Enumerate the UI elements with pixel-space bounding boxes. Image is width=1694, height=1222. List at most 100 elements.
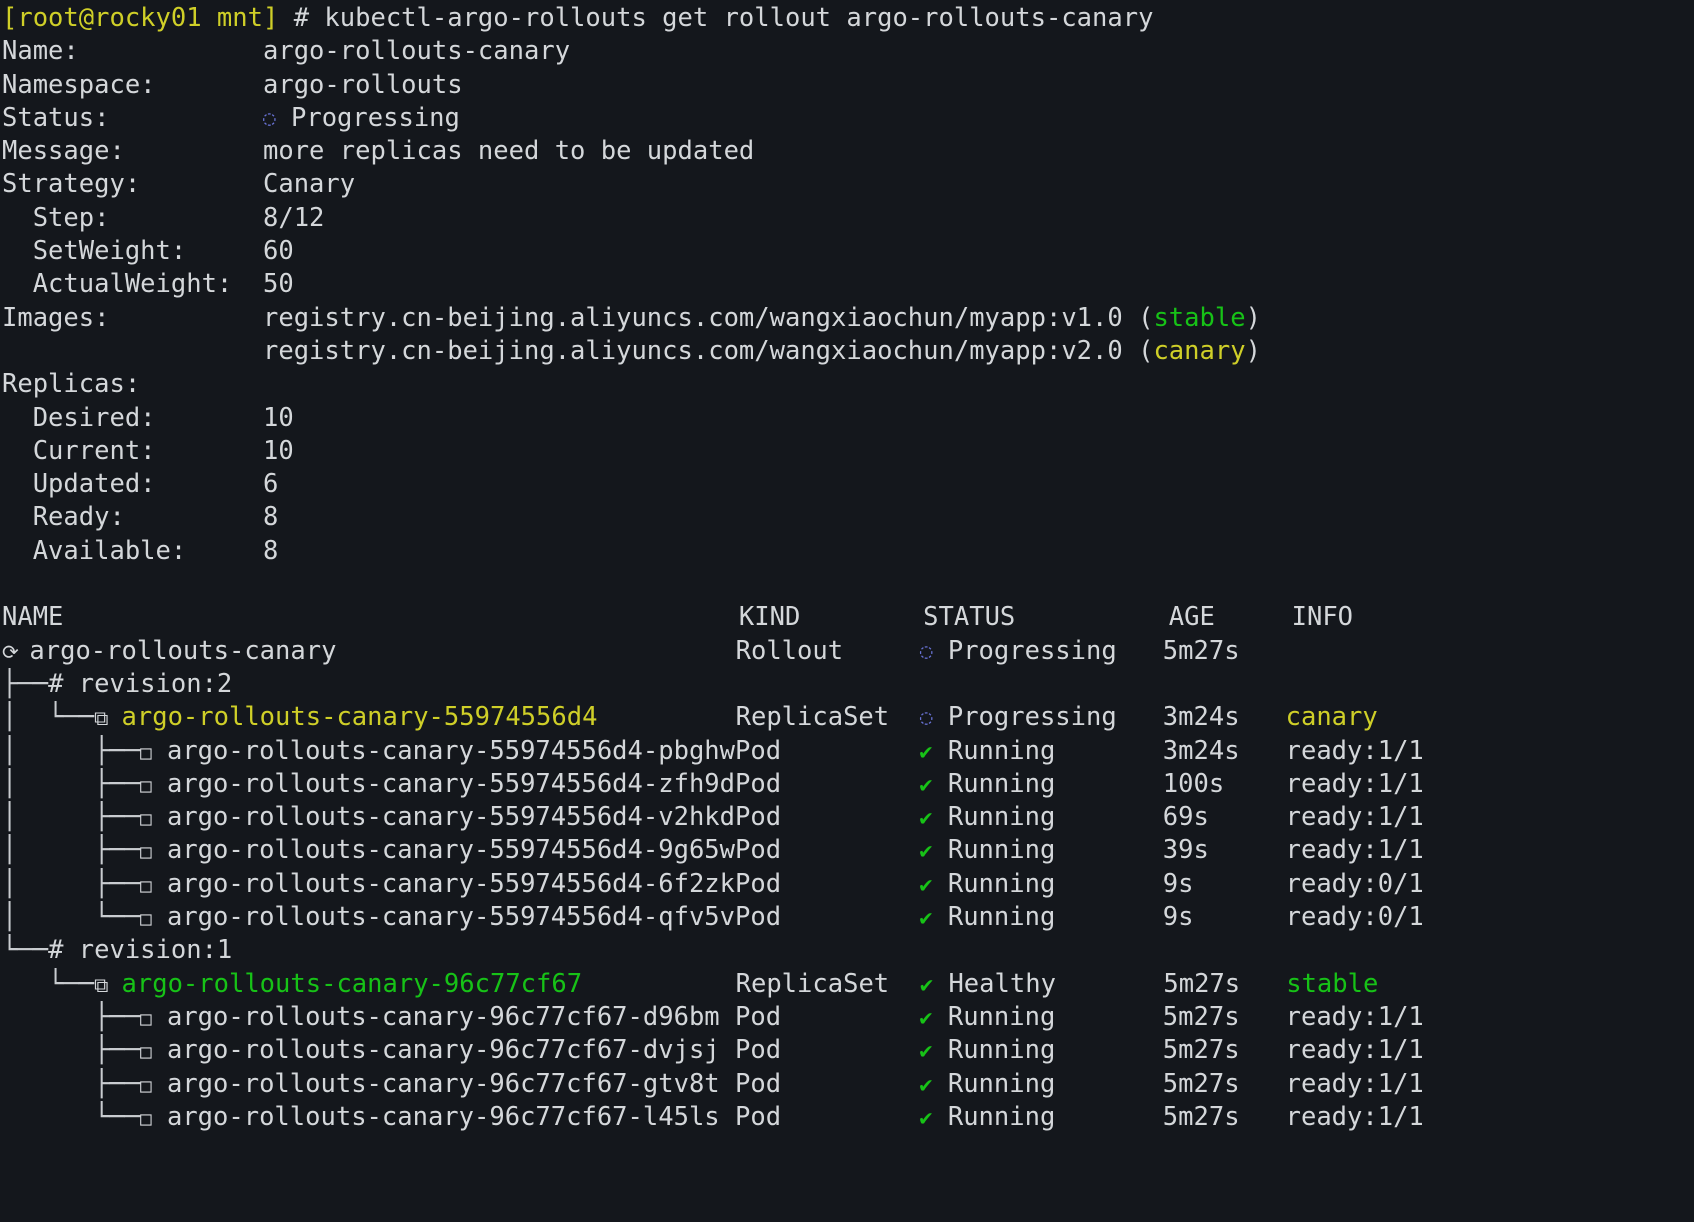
- summary-label: SetWeight:: [2, 236, 263, 267]
- check-icon: ✔: [919, 806, 933, 832]
- table-row[interactable]: │ └──□ argo-rollouts-canary-55974556d4-q…: [2, 901, 1694, 934]
- kind-cell: ReplicaSet: [735, 702, 920, 733]
- summary-label: Message:: [2, 136, 263, 167]
- resource-name[interactable]: argo-rollouts-canary-55974556d4: [122, 702, 598, 732]
- summary-value: argo-rollouts-canary: [263, 36, 571, 67]
- kind-cell: Pod: [735, 902, 920, 933]
- age-cell: 5m27s: [1162, 635, 1286, 666]
- age-cell: 39s: [1162, 835, 1286, 866]
- progressing-icon: ◌: [919, 638, 933, 663]
- status-text: Progressing: [947, 702, 1117, 733]
- kind-cell: ReplicaSet: [735, 968, 920, 999]
- status-text: Running: [947, 1001, 1056, 1032]
- replicas-row-label: Ready:: [2, 502, 263, 533]
- age-cell: 9s: [1162, 868, 1286, 899]
- resource-name[interactable]: argo-rollouts-canary-55974556d4-qfv5v: [167, 902, 735, 932]
- images-label: [2, 336, 263, 366]
- kind-cell: Pod: [735, 868, 920, 899]
- table-row[interactable]: ⟳ argo-rollouts-canary Rollout ◌ Progres…: [2, 635, 1694, 668]
- age-cell: 100s: [1162, 768, 1286, 799]
- images-row: registry.cn-beijing.aliyuncs.com/wangxia…: [2, 335, 1694, 368]
- resource-name[interactable]: argo-rollouts-canary-55974556d4-pbghw: [167, 736, 735, 766]
- kind-cell: Pod: [735, 1068, 920, 1099]
- resource-name[interactable]: revision:2: [79, 669, 233, 699]
- replicas-row: Ready: 8: [2, 501, 1694, 534]
- tree-branch: ├──: [2, 1035, 141, 1066]
- info-cell: ready:1/1: [1285, 1068, 1424, 1099]
- resource-name[interactable]: argo-rollouts-canary-55974556d4-9g65w: [167, 835, 735, 865]
- info-cell: ready:1/1: [1285, 802, 1424, 833]
- pod-icon: □: [140, 808, 152, 831]
- resource-name[interactable]: argo-rollouts-canary-55974556d4-v2hkd: [167, 802, 735, 832]
- summary-value: Canary: [263, 169, 356, 200]
- table-row[interactable]: │ ├──□ argo-rollouts-canary-55974556d4-9…: [2, 834, 1694, 867]
- resource-name[interactable]: argo-rollouts-canary-55974556d4-zfh9d: [167, 769, 735, 799]
- tree-branch: └──: [2, 968, 95, 999]
- hash-icon: #: [48, 668, 64, 699]
- replicas-row: Updated: 6: [2, 468, 1694, 501]
- header-kind: KIND: [738, 602, 924, 633]
- resource-name[interactable]: argo-rollouts-canary-55974556d4-6f2zk: [167, 869, 735, 899]
- resource-name[interactable]: argo-rollouts-canary-96c77cf67-d96bm: [167, 1002, 720, 1032]
- resource-name[interactable]: argo-rollouts-canary-96c77cf67-dvjsj: [167, 1035, 720, 1065]
- age-cell: 3m24s: [1162, 735, 1286, 766]
- prompt-command: kubectl-argo-rollouts get rollout argo-r…: [324, 3, 1154, 33]
- images-label: Images:: [2, 302, 263, 333]
- tree-branch: ├──: [2, 1001, 141, 1032]
- kind-cell: Pod: [735, 768, 920, 799]
- status-text: [923, 669, 1169, 699]
- pod-icon: □: [140, 841, 152, 864]
- summary-label: Status:: [2, 102, 263, 133]
- table-row[interactable]: ├──□ argo-rollouts-canary-96c77cf67-d96b…: [2, 1001, 1694, 1034]
- table-row[interactable]: │ ├──□ argo-rollouts-canary-55974556d4-p…: [2, 735, 1694, 768]
- table-row[interactable]: └──□ argo-rollouts-canary-96c77cf67-l45l…: [2, 1101, 1694, 1134]
- resource-name[interactable]: argo-rollouts-canary-96c77cf67: [122, 969, 583, 999]
- status-text: Running: [947, 768, 1056, 799]
- image-ref: registry.cn-beijing.aliyuncs.com/wangxia…: [263, 335, 1154, 366]
- table-row[interactable]: ├──# revision:2: [2, 668, 1694, 701]
- status-text: Running: [947, 1035, 1056, 1066]
- table-row[interactable]: │ ├──□ argo-rollouts-canary-55974556d4-z…: [2, 768, 1694, 801]
- summary-row: Strategy: Canary: [2, 168, 1694, 201]
- table-row[interactable]: └──⧉ argo-rollouts-canary-96c77cf67 Repl…: [2, 968, 1694, 1001]
- tree-branch: │ ├──: [2, 868, 141, 899]
- table-row[interactable]: │ ├──□ argo-rollouts-canary-55974556d4-v…: [2, 801, 1694, 834]
- table-row[interactable]: ├──□ argo-rollouts-canary-96c77cf67-gtv8…: [2, 1068, 1694, 1101]
- replicaset-icon: ⧉: [94, 706, 109, 731]
- image-tag: stable: [1153, 302, 1246, 333]
- check-icon: ✔: [919, 872, 933, 898]
- age-cell: 9s: [1162, 902, 1286, 933]
- resource-name[interactable]: argo-rollouts-canary-96c77cf67-gtv8t: [167, 1069, 720, 1099]
- terminal-screen[interactable]: [root@rocky01 mnt] # kubectl-argo-rollou…: [0, 0, 1694, 1222]
- check-icon: ✔: [919, 1072, 933, 1098]
- status-text: Running: [947, 802, 1056, 833]
- table-row[interactable]: └──# revision:1: [2, 934, 1694, 967]
- info-cell: ready:1/1: [1285, 1001, 1424, 1032]
- summary-value: 8/12: [263, 202, 325, 233]
- header-age: AGE: [1168, 602, 1292, 633]
- resource-name[interactable]: revision:1: [79, 935, 233, 965]
- rollout-icon: ⟳: [2, 639, 19, 664]
- prompt-line: [root@rocky01 mnt] # kubectl-argo-rollou…: [2, 2, 1694, 35]
- tree-branch: ├──: [2, 1068, 141, 1099]
- info-cell: ready:1/1: [1285, 735, 1424, 766]
- resource-name[interactable]: argo-rollouts-canary-96c77cf67-l45ls: [167, 1102, 720, 1132]
- kind-cell: Rollout: [735, 635, 920, 666]
- summary-row: Namespace: argo-rollouts: [2, 69, 1694, 102]
- kind-cell: Pod: [735, 802, 920, 833]
- status-text: Running: [947, 835, 1056, 866]
- check-icon: ✔: [919, 972, 934, 998]
- summary-row: Status: ◌ Progressing: [2, 102, 1694, 135]
- status-text: Running: [947, 735, 1056, 766]
- pod-icon: □: [140, 774, 152, 797]
- status-text: Healthy: [948, 968, 1056, 999]
- table-row[interactable]: │ ├──□ argo-rollouts-canary-55974556d4-6…: [2, 868, 1694, 901]
- age-cell: 5m27s: [1163, 968, 1287, 999]
- kind-cell: Pod: [735, 1101, 920, 1132]
- table-row[interactable]: ├──□ argo-rollouts-canary-96c77cf67-dvjs…: [2, 1034, 1694, 1067]
- table-row[interactable]: │ └──⧉ argo-rollouts-canary-55974556d4 R…: [2, 701, 1694, 734]
- info-cell: ready:1/1: [1285, 1035, 1424, 1066]
- resource-name[interactable]: argo-rollouts-canary: [29, 636, 336, 666]
- tree-branch: ├──: [2, 668, 49, 699]
